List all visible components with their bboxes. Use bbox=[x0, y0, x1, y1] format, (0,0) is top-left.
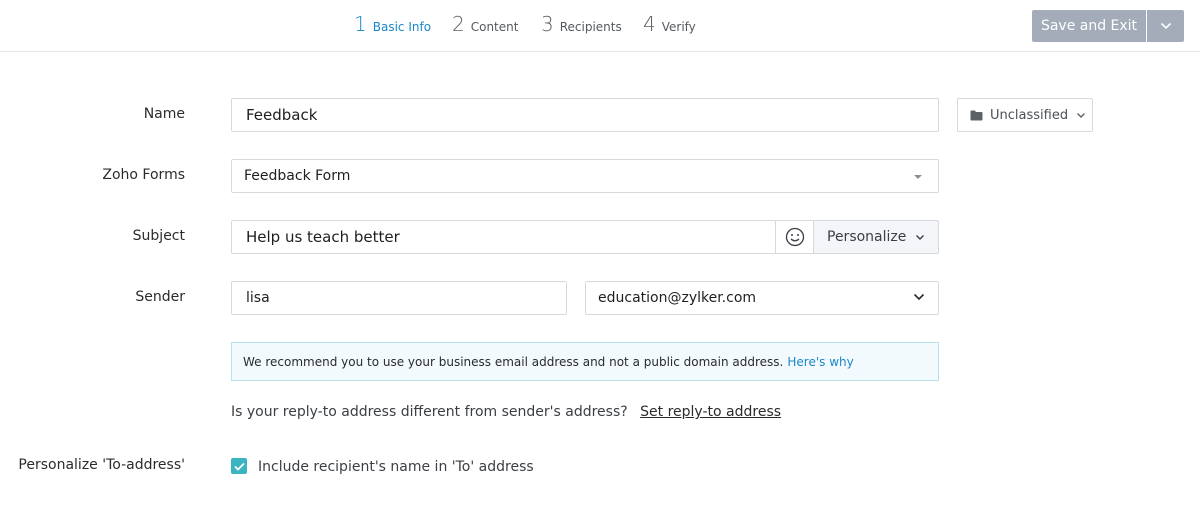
personalize-to-label: Personalize 'To-address' bbox=[18, 457, 185, 473]
folder-dropdown[interactable]: Unclassified bbox=[957, 98, 1093, 132]
top-bar: 1 Basic Info 2 Content 3 Recipients 4 Ve… bbox=[0, 0, 1200, 52]
heres-why-link[interactable]: Here's why bbox=[787, 355, 853, 369]
include-name-checkbox[interactable] bbox=[231, 458, 247, 474]
subject-label: Subject bbox=[132, 228, 185, 244]
step-number: 1 bbox=[354, 12, 367, 36]
sender-email-value: education@zylker.com bbox=[598, 290, 757, 306]
zoho-forms-label: Zoho Forms bbox=[102, 167, 185, 183]
personalize-label: Personalize bbox=[827, 229, 907, 245]
chevron-down-icon bbox=[916, 234, 925, 240]
zoho-forms-value: Feedback Form bbox=[244, 168, 351, 184]
zoho-forms-select[interactable]: Feedback Form bbox=[231, 159, 939, 193]
step-recipients[interactable]: 3 Recipients bbox=[541, 12, 622, 36]
step-verify[interactable]: 4 Verify bbox=[643, 12, 696, 36]
step-label: Content bbox=[470, 20, 519, 34]
step-label: Basic Info bbox=[372, 20, 432, 34]
step-label: Recipients bbox=[559, 20, 622, 34]
folder-icon bbox=[970, 110, 983, 120]
name-input[interactable]: Feedback bbox=[231, 98, 939, 132]
subject-input[interactable]: Help us teach better bbox=[231, 220, 776, 254]
reply-to-question: Is your reply-to address different from … bbox=[231, 404, 628, 420]
name-value: Feedback bbox=[246, 106, 318, 124]
step-number: 2 bbox=[452, 12, 465, 36]
sender-email-select[interactable]: education@zylker.com bbox=[585, 281, 939, 315]
save-options-button[interactable] bbox=[1147, 10, 1184, 42]
chevron-down-icon bbox=[1160, 22, 1171, 30]
sender-name-input[interactable]: lisa bbox=[231, 281, 567, 315]
smiley-icon bbox=[785, 227, 804, 247]
set-reply-to-link[interactable]: Set reply-to address bbox=[640, 404, 781, 420]
step-content[interactable]: 2 Content bbox=[452, 12, 518, 36]
sender-label: Sender bbox=[135, 289, 185, 305]
subject-value: Help us teach better bbox=[246, 228, 400, 246]
chevron-down-icon bbox=[1077, 112, 1086, 118]
name-label: Name bbox=[143, 106, 185, 122]
personalize-button[interactable]: Personalize bbox=[813, 220, 939, 254]
emoji-button[interactable] bbox=[775, 220, 814, 254]
include-name-label: Include recipient's name in 'To' address bbox=[258, 459, 534, 475]
save-button-group: Save and Exit bbox=[1032, 10, 1184, 42]
reply-to-row: Is your reply-to address different from … bbox=[231, 404, 781, 420]
caret-down-icon bbox=[914, 175, 922, 179]
sender-name-value: lisa bbox=[246, 290, 270, 306]
notice-text: We recommend you to use your business em… bbox=[243, 354, 784, 369]
folder-value: Unclassified bbox=[990, 107, 1069, 123]
chevron-down-icon bbox=[913, 293, 925, 301]
step-label: Verify bbox=[661, 20, 696, 34]
wizard-steps: 1 Basic Info 2 Content 3 Recipients 4 Ve… bbox=[0, 0, 1200, 52]
checkmark-icon bbox=[233, 462, 245, 471]
step-basic-info[interactable]: 1 Basic Info bbox=[354, 12, 431, 36]
business-email-notice: We recommend you to use your business em… bbox=[231, 342, 939, 381]
save-and-exit-button[interactable]: Save and Exit bbox=[1032, 10, 1146, 42]
step-number: 3 bbox=[541, 12, 554, 36]
step-number: 4 bbox=[643, 12, 656, 36]
